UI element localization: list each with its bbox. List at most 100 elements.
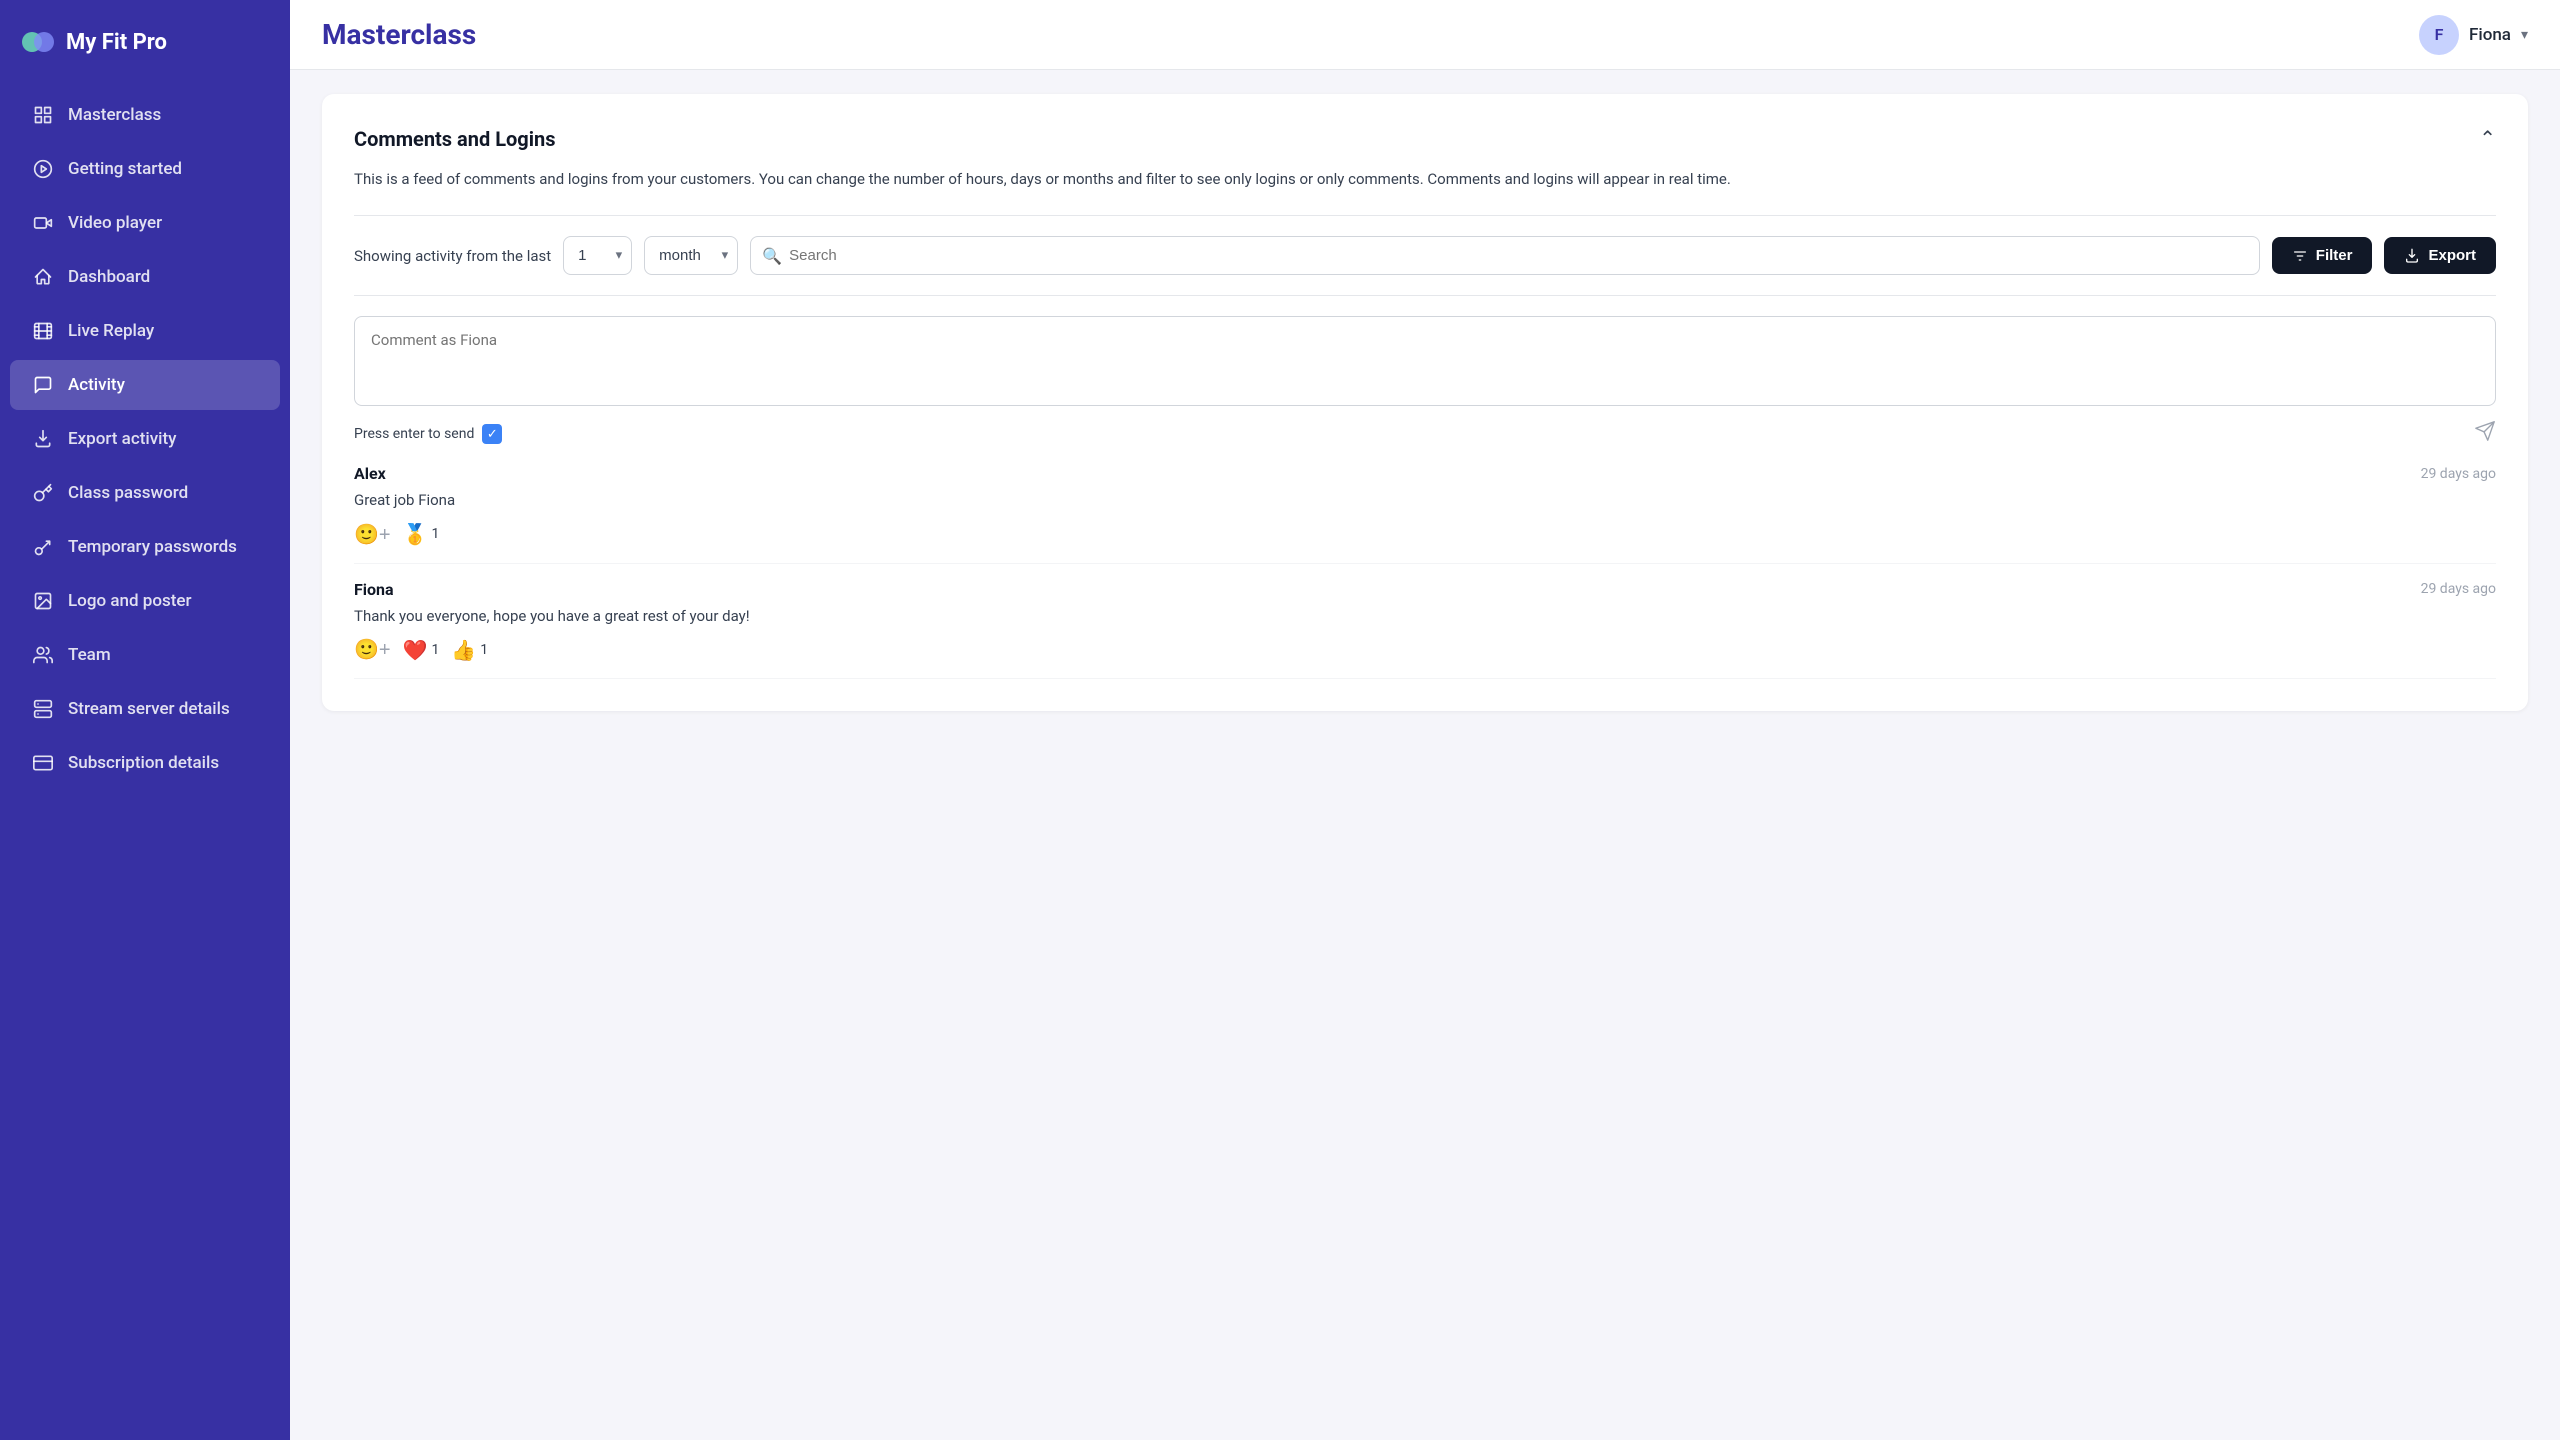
comment-author: Fiona — [354, 580, 394, 599]
comment-reactions: 🙂+ ❤️ 1 👍 1 — [354, 637, 2496, 662]
reaction-item-heart: ❤️ 1 — [403, 638, 440, 662]
card-icon — [32, 752, 54, 774]
comments-list: Alex 29 days ago Great job Fiona 🙂+ 🥇 1 — [354, 448, 2496, 679]
download-icon — [32, 428, 54, 450]
sidebar-item-subscription-details[interactable]: Subscription details — [10, 738, 280, 788]
sidebar-item-label: Logo and poster — [68, 591, 192, 611]
reaction-count: 1 — [432, 642, 440, 658]
key2-icon — [32, 536, 54, 558]
comment-header: Fiona 29 days ago — [354, 580, 2496, 599]
export-btn-label: Export — [2428, 247, 2476, 264]
sidebar-item-label: Live Replay — [68, 321, 154, 341]
comment-text: Great job Fiona — [354, 489, 2496, 512]
reaction-emoji: 🥇 — [403, 522, 428, 546]
card-description: This is a feed of comments and logins fr… — [354, 167, 2496, 191]
chevron-down-icon: ▾ — [2521, 27, 2528, 43]
showing-label: Showing activity from the last — [354, 247, 551, 265]
filter-button[interactable]: Filter — [2272, 237, 2373, 274]
image-icon — [32, 590, 54, 612]
filter-btn-label: Filter — [2316, 247, 2353, 264]
sidebar-item-label: Video player — [68, 213, 162, 233]
add-reaction-button[interactable]: 🙂+ — [354, 522, 391, 547]
sidebar-item-label: Subscription details — [68, 753, 219, 773]
app-logo-icon — [20, 24, 56, 60]
page-title: Masterclass — [322, 18, 476, 51]
comment-header: Alex 29 days ago — [354, 464, 2496, 483]
export-icon — [2404, 248, 2420, 264]
play-circle-icon — [32, 158, 54, 180]
video-icon — [32, 212, 54, 234]
comment-item: Fiona 29 days ago Thank you everyone, ho… — [354, 564, 2496, 680]
sidebar-item-label: Stream server details — [68, 699, 230, 719]
send-button[interactable] — [2474, 420, 2496, 448]
user-menu[interactable]: F Fiona ▾ — [2419, 15, 2528, 55]
divider-2 — [354, 295, 2496, 296]
sidebar-item-label: Temporary passwords — [68, 537, 237, 557]
sidebar-item-live-replay[interactable]: Live Replay — [10, 306, 280, 356]
comment-author: Alex — [354, 464, 386, 483]
sidebar-item-label: Team — [68, 645, 111, 665]
sidebar-item-masterclass[interactable]: Masterclass — [10, 90, 280, 140]
comment-time: 29 days ago — [2421, 581, 2496, 597]
comments-logins-card: Comments and Logins ⌃ This is a feed of … — [322, 94, 2528, 711]
comment-reactions: 🙂+ 🥇 1 — [354, 522, 2496, 547]
sidebar-item-label: Masterclass — [68, 105, 161, 125]
app-name: My Fit Pro — [66, 30, 167, 55]
key-icon — [32, 482, 54, 504]
film-icon — [32, 320, 54, 342]
press-enter-row: Press enter to send ✓ — [354, 420, 2496, 448]
reaction-emoji: ❤️ — [403, 638, 428, 662]
sidebar-item-class-password[interactable]: Class password — [10, 468, 280, 518]
card-title: Comments and Logins — [354, 127, 556, 151]
card-header: Comments and Logins ⌃ — [354, 126, 2496, 151]
sidebar-item-label: Dashboard — [68, 267, 150, 287]
filter-row: Showing activity from the last 1 2 3 6 1… — [354, 236, 2496, 275]
collapse-button[interactable]: ⌃ — [2479, 126, 2496, 151]
press-enter-left: Press enter to send ✓ — [354, 424, 502, 444]
comment-text: Thank you everyone, hope you have a grea… — [354, 605, 2496, 628]
server-icon — [32, 698, 54, 720]
sidebar-item-video-player[interactable]: Video player — [10, 198, 280, 248]
content-area: Comments and Logins ⌃ This is a feed of … — [290, 70, 2560, 1440]
number-select[interactable]: 1 2 3 6 12 — [563, 236, 632, 275]
comment-textarea[interactable] — [354, 316, 2496, 406]
period-select-wrapper: hour day month year ▾ — [644, 236, 738, 275]
search-icon: 🔍 — [762, 246, 782, 265]
home-icon — [32, 266, 54, 288]
grid-icon — [32, 104, 54, 126]
sidebar-item-getting-started[interactable]: Getting started — [10, 144, 280, 194]
search-wrapper: 🔍 — [750, 236, 2260, 275]
reaction-item: 🥇 1 — [403, 522, 440, 546]
sidebar-item-activity[interactable]: Activity — [10, 360, 280, 410]
send-icon — [2474, 420, 2496, 442]
export-button[interactable]: Export — [2384, 237, 2496, 274]
filter-icon — [2292, 248, 2308, 264]
user-name: Fiona — [2469, 25, 2511, 45]
chat-icon — [32, 374, 54, 396]
number-select-wrapper: 1 2 3 6 12 ▾ — [563, 236, 632, 275]
sidebar-item-label: Export activity — [68, 429, 176, 449]
sidebar-item-logo-and-poster[interactable]: Logo and poster — [10, 576, 280, 626]
press-enter-label: Press enter to send — [354, 426, 474, 442]
reaction-emoji: 👍 — [451, 638, 476, 662]
comment-time: 29 days ago — [2421, 466, 2496, 482]
reaction-count: 1 — [432, 526, 440, 542]
sidebar-item-export-activity[interactable]: Export activity — [10, 414, 280, 464]
period-select[interactable]: hour day month year — [644, 236, 738, 275]
sidebar-item-dashboard[interactable]: Dashboard — [10, 252, 280, 302]
sidebar-logo: My Fit Pro — [0, 0, 290, 80]
sidebar-item-stream-server-details[interactable]: Stream server details — [10, 684, 280, 734]
reaction-item-thumbs: 👍 1 — [451, 638, 488, 662]
sidebar-item-team[interactable]: Team — [10, 630, 280, 680]
header: Masterclass F Fiona ▾ — [290, 0, 2560, 70]
sidebar-item-label: Activity — [68, 375, 125, 395]
sidebar-item-temporary-passwords[interactable]: Temporary passwords — [10, 522, 280, 572]
main-area: Masterclass F Fiona ▾ Comments and Login… — [290, 0, 2560, 1440]
comment-item: Alex 29 days ago Great job Fiona 🙂+ 🥇 1 — [354, 448, 2496, 564]
search-input[interactable] — [750, 236, 2260, 275]
reaction-count: 1 — [480, 642, 488, 658]
sidebar-nav: Masterclass Getting started Video player — [0, 80, 290, 1440]
press-enter-checkbox[interactable]: ✓ — [482, 424, 502, 444]
sidebar: My Fit Pro Masterclass Getting started — [0, 0, 290, 1440]
add-reaction-button[interactable]: 🙂+ — [354, 637, 391, 662]
